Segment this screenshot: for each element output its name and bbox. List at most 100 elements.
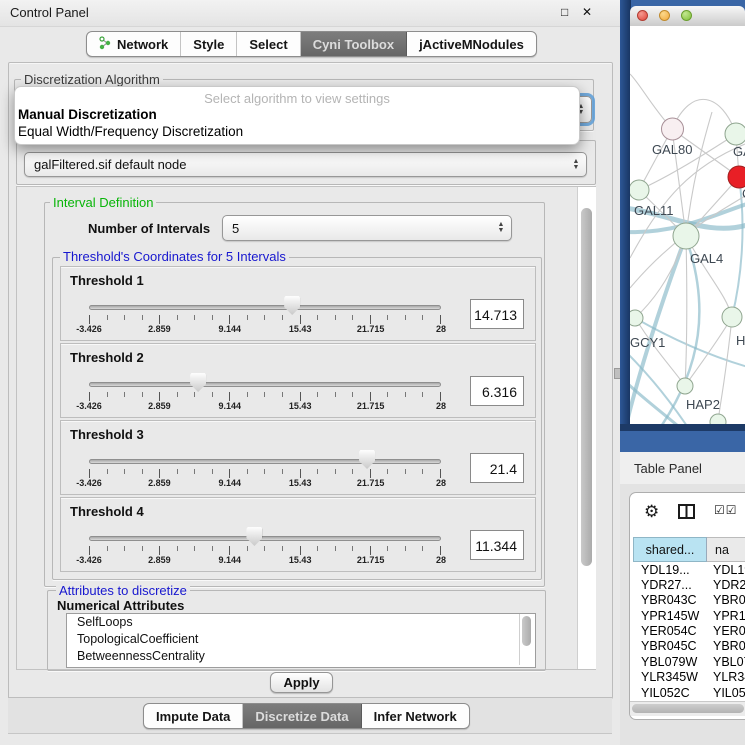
scrollbar-thumb[interactable] (522, 616, 531, 646)
scrollbar-thumb[interactable] (581, 208, 592, 566)
threshold-2-slider-track[interactable] (89, 382, 441, 387)
node-gal80[interactable] (662, 118, 684, 140)
slider-tick-labels: -3.426 2.859 9.144 15.43 21.715 28 (89, 324, 441, 336)
tick-mark (142, 392, 143, 397)
dropdown-option-equal-width[interactable]: Equal Width/Frequency Discretization (15, 124, 579, 141)
threshold-4-label: Threshold 4 (70, 504, 144, 519)
network-view-canvas[interactable]: GAL80 GA C GAL11 GAL4 GCY1 H HAP2 (630, 26, 745, 424)
tick-mark (352, 469, 353, 474)
list-item[interactable]: TopologicalCoefficient (67, 631, 535, 648)
threshold-1-slider-track[interactable] (89, 305, 441, 310)
close-traffic-light-icon[interactable] (637, 10, 648, 21)
dropdown-option-manual[interactable]: Manual Discretization (15, 107, 579, 124)
threshold-3-value-field[interactable]: 21.4 (470, 453, 524, 483)
threshold-3-slider-track[interactable] (89, 459, 441, 464)
list-scrollbar[interactable] (519, 614, 534, 665)
apply-button[interactable]: Apply (270, 672, 333, 693)
tab-network[interactable]: Network (87, 32, 181, 56)
slider-tick-labels: -3.426 2.859 9.144 15.43 21.715 28 (89, 478, 441, 490)
node-gcy1[interactable] (630, 310, 643, 326)
tick-mark (422, 315, 423, 320)
tick-mark (300, 315, 301, 324)
threshold-1-value-field[interactable]: 14.713 (470, 299, 524, 329)
tick-mark (212, 546, 213, 551)
table-row[interactable]: YPR145WYPR14 (633, 609, 745, 624)
threshold-3-label: Threshold 3 (70, 427, 144, 442)
network-window-titlebar[interactable] (630, 6, 745, 27)
column-header-name[interactable]: na (707, 537, 745, 562)
tick-mark (177, 392, 178, 397)
node-bottom-cut[interactable] (710, 414, 726, 424)
close-icon[interactable]: ✕ (582, 6, 592, 19)
tick-mark (335, 392, 336, 397)
tab-jactivemnodules[interactable]: jActiveMNodules (407, 32, 536, 56)
threshold-4-value-field[interactable]: 11.344 (470, 530, 524, 560)
tick-mark (264, 392, 265, 397)
table-row[interactable]: YDR27...YDR27 (633, 578, 745, 593)
number-of-intervals-combobox[interactable]: 5 ▲▼ (222, 215, 512, 241)
tick-mark (124, 392, 125, 397)
tick-mark (440, 315, 441, 324)
tick-mark (194, 469, 195, 474)
slider-tick-labels: -3.426 2.859 9.144 15.43 21.715 28 (89, 401, 441, 413)
threshold-2-value-field[interactable]: 6.316 (470, 376, 524, 406)
tab-impute-data[interactable]: Impute Data (144, 704, 243, 728)
numerical-attributes-label: Numerical Attributes (57, 598, 184, 613)
table-data-combobox[interactable]: galFiltered.sif default node ▲▼ (24, 152, 587, 177)
table-row[interactable]: YER054CYER05 (633, 624, 745, 639)
minimize-traffic-light-icon[interactable] (659, 10, 670, 21)
column-header-shared-name[interactable]: shared... (633, 537, 707, 562)
tick-mark (229, 469, 230, 478)
select-columns-checkboxes-icon[interactable]: ☑☑ (714, 503, 738, 517)
tick-mark (159, 546, 160, 555)
table-horizontal-scrollbar[interactable] (630, 701, 745, 716)
gear-icon[interactable]: ⚙ (644, 502, 659, 522)
tick-mark (440, 469, 441, 478)
tick-mark (317, 546, 318, 551)
node-gal11[interactable] (630, 180, 649, 200)
vertical-scrollbar[interactable] (577, 187, 596, 669)
tick-mark (107, 546, 108, 551)
scrollbar-thumb[interactable] (632, 704, 744, 713)
table-row[interactable]: YDL19...YDL19 (633, 563, 745, 578)
node-top-right[interactable] (725, 123, 745, 145)
table-row[interactable]: YBL079WYBL07 (633, 655, 745, 670)
threshold-2-panel: Threshold 2 -3.426 2.859 9.144 15.43 21.… (60, 343, 536, 418)
node-hap2[interactable] (677, 378, 693, 394)
tab-style[interactable]: Style (181, 32, 237, 56)
table-row[interactable]: YBR045CYBR04 (633, 639, 745, 654)
node-gal4[interactable] (673, 223, 699, 249)
tick-mark (177, 469, 178, 474)
table-row[interactable]: YBR043CYBR04 (633, 593, 745, 608)
node-table-card: ⚙ ☑☑ shared... na YDL19...YDL19 YDR27...… (629, 492, 745, 720)
table-row[interactable]: YIL052CYIL05 (633, 686, 745, 701)
zoom-traffic-light-icon[interactable] (681, 10, 692, 21)
tick-mark (300, 546, 301, 555)
column-layout-icon[interactable] (678, 504, 695, 524)
threshold-2-label: Threshold 2 (70, 350, 144, 365)
table-panel-title: Table Panel (634, 461, 702, 476)
threshold-4-slider-thumb[interactable] (246, 527, 262, 546)
tab-discretize-data[interactable]: Discretize Data (243, 704, 361, 728)
table-panel-header: Table Panel (620, 452, 745, 485)
threshold-3-slider-thumb[interactable] (359, 450, 375, 469)
threshold-4-slider-track[interactable] (89, 536, 441, 541)
tab-cyni-toolbox[interactable]: Cyni Toolbox (301, 32, 407, 56)
tab-select[interactable]: Select (237, 32, 300, 56)
numerical-attributes-list[interactable]: SelfLoops TopologicalCoefficient Between… (66, 613, 536, 668)
list-item[interactable]: BetweennessCentrality (67, 648, 535, 665)
stepper-arrows-icon: ▲▼ (491, 222, 511, 234)
list-item[interactable]: SelfLoops (67, 614, 535, 631)
float-window-icon[interactable]: □ (561, 6, 568, 19)
node-h[interactable] (722, 307, 742, 327)
threshold-1-slider-thumb[interactable] (284, 296, 300, 315)
table-row[interactable]: YLR345WYLR34 (633, 670, 745, 685)
tick-mark (405, 469, 406, 474)
tick-mark (422, 469, 423, 474)
threshold-2-slider-thumb[interactable] (190, 373, 206, 392)
tick-mark (247, 315, 248, 320)
node-red-selected[interactable] (728, 166, 745, 188)
tick-mark (247, 392, 248, 397)
tick-mark (335, 469, 336, 474)
tab-infer-network[interactable]: Infer Network (362, 704, 469, 728)
